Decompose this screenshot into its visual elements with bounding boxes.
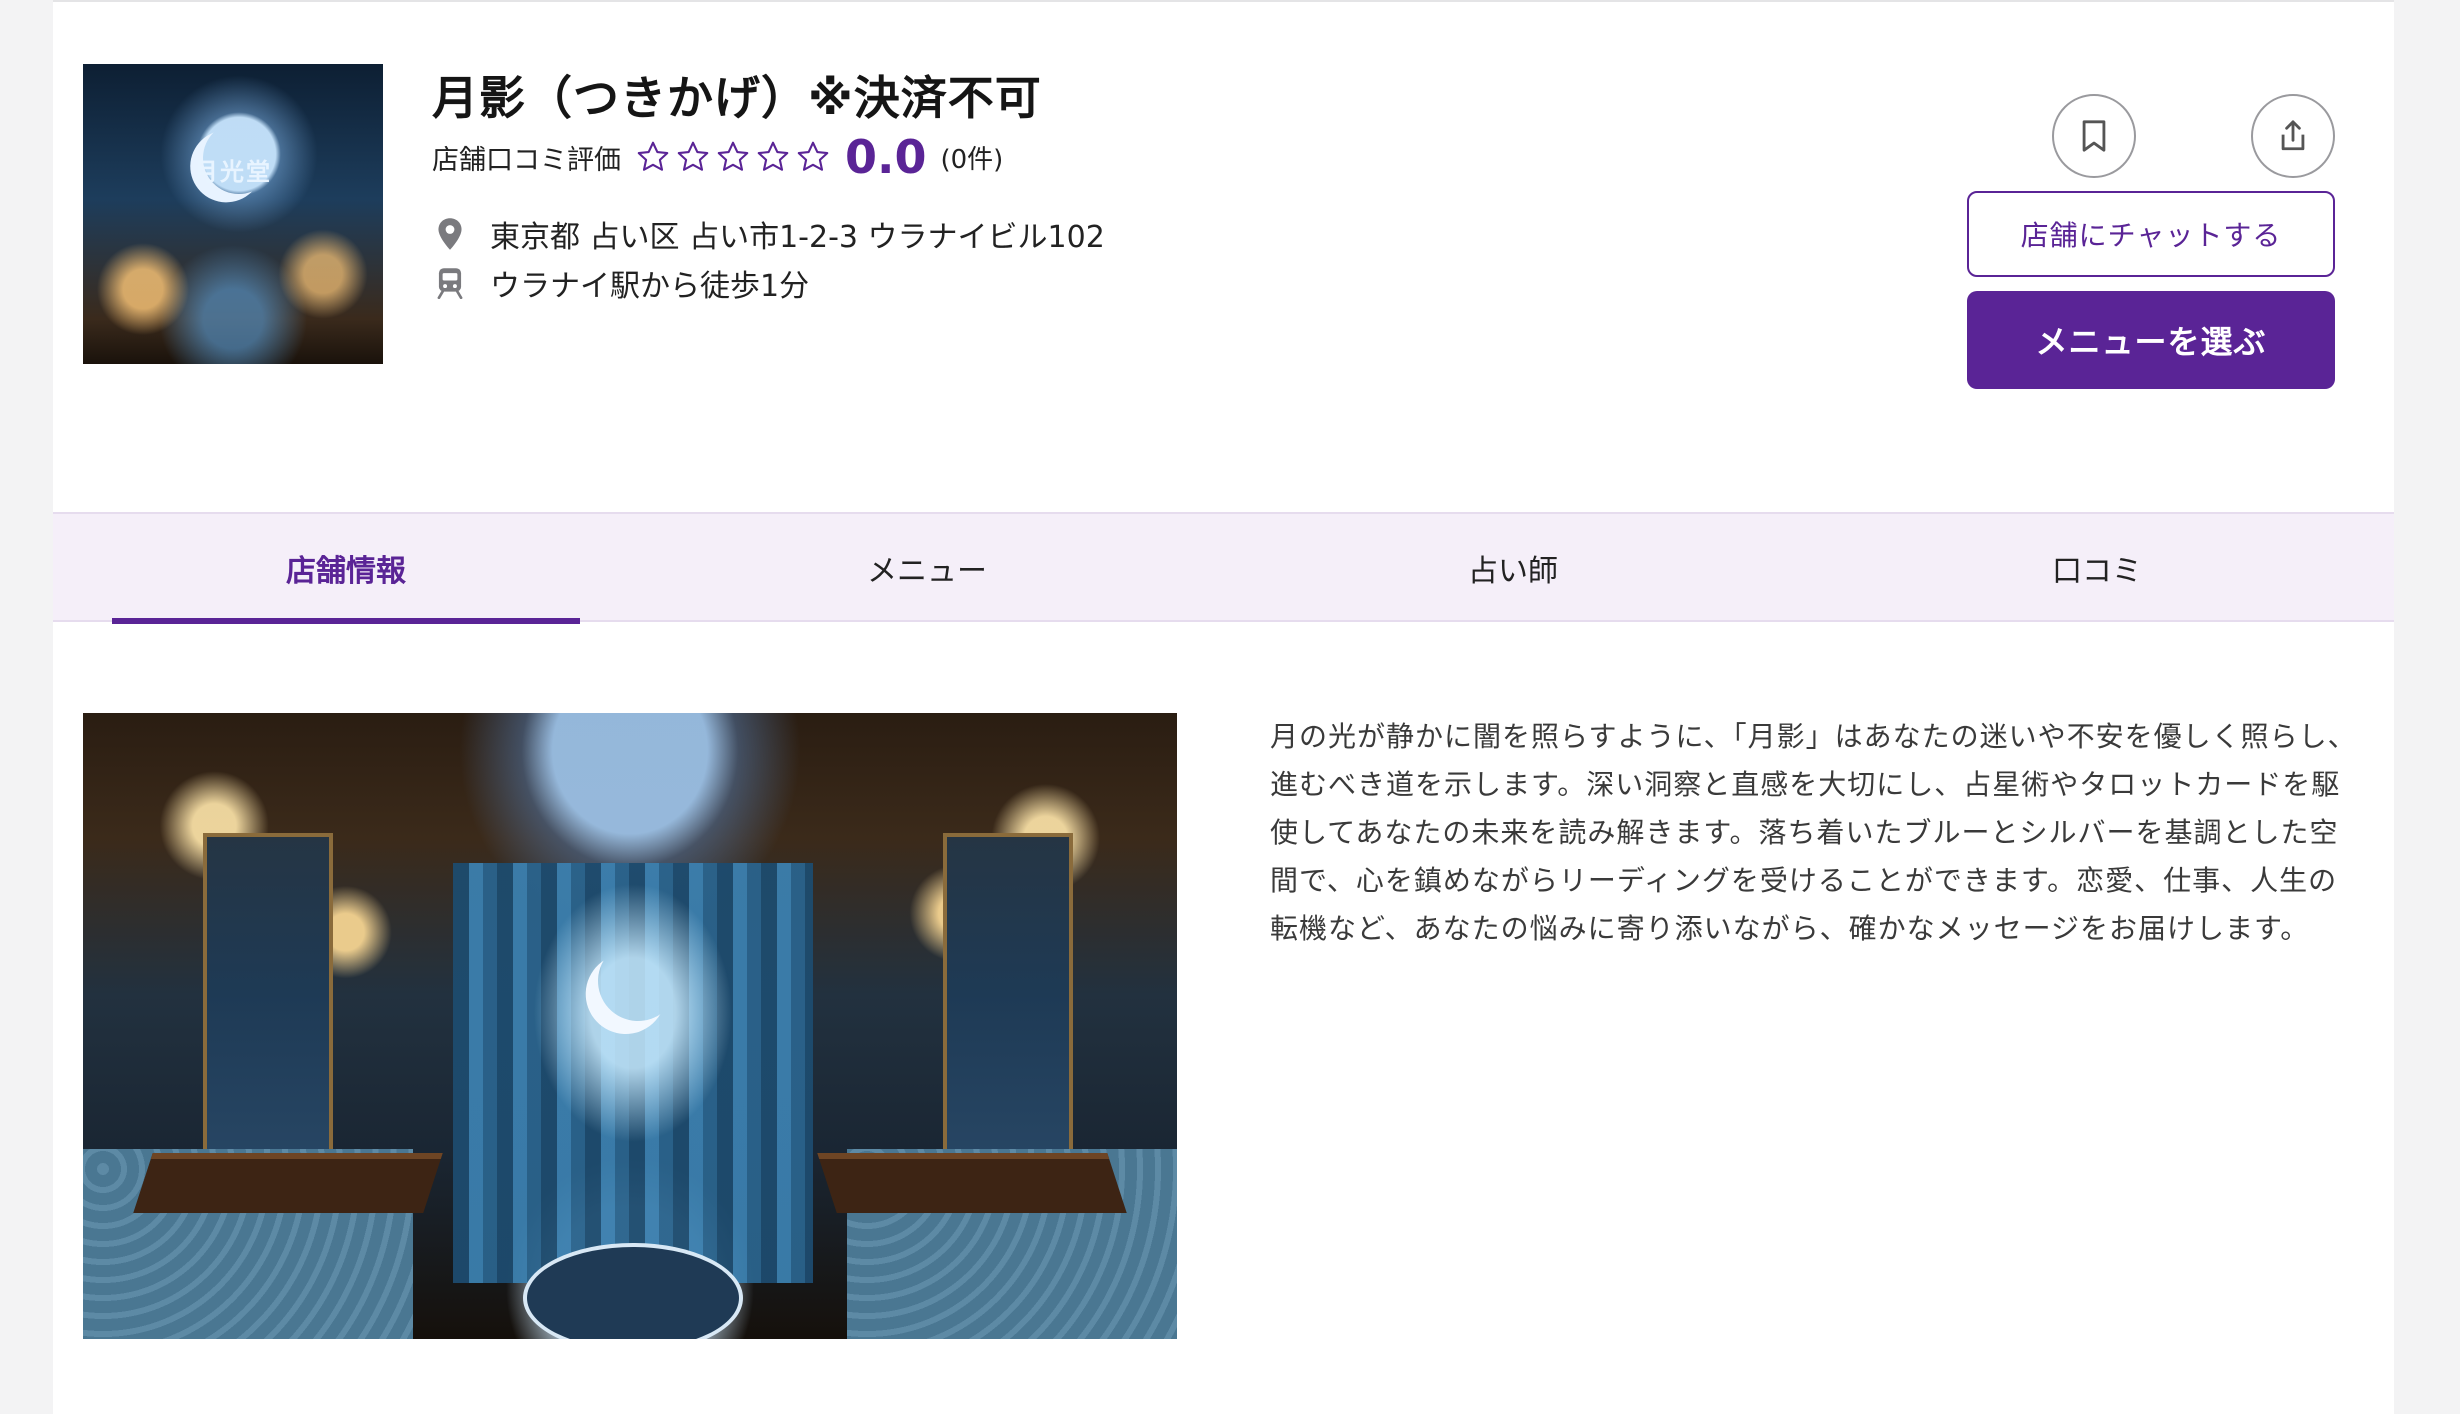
bookmark-icon xyxy=(2082,120,2106,152)
bookmark-button[interactable] xyxy=(2052,94,2136,178)
share-icon xyxy=(2281,120,2305,151)
shop-thumbnail: 月光堂 xyxy=(83,64,383,364)
tab-label: 占い師 xyxy=(1468,554,1558,589)
table-right xyxy=(817,1153,1127,1213)
rating-count: (0件) xyxy=(940,144,1004,175)
access-row: ウラナイ駅から徒歩1分 xyxy=(432,263,810,304)
star-outline-icon xyxy=(677,141,709,171)
tab-label: 店舗情報 xyxy=(286,554,406,589)
shop-interior-image xyxy=(83,713,1177,1339)
star-outline-icon xyxy=(637,141,669,171)
share-button[interactable] xyxy=(2251,94,2335,178)
star-outline-icon xyxy=(797,141,829,171)
access-text: ウラナイ駅から徒歩1分 xyxy=(490,269,810,304)
thumbnail-sign: 月光堂 xyxy=(194,158,272,186)
address-row: 東京都 占い区 占い市1-2-3 ウラナイビル102 xyxy=(432,214,1105,255)
tab-bar: 店舗情報 メニュー 占い師 口コミ xyxy=(53,512,2394,624)
tab-menu[interactable]: メニュー xyxy=(693,514,1161,622)
rating-label: 店舗口コミ評価 xyxy=(432,144,621,176)
rating-stars xyxy=(635,139,831,175)
active-tab-indicator xyxy=(112,618,580,624)
star-outline-icon xyxy=(757,141,789,171)
tab-label: 口コミ xyxy=(2052,554,2142,589)
tab-label: メニュー xyxy=(867,554,987,589)
tab-shop-info[interactable]: 店舗情報 xyxy=(112,514,580,624)
star-outline-icon xyxy=(717,141,749,171)
select-menu-button[interactable]: メニューを選ぶ xyxy=(1967,291,2335,389)
tab-fortune-tellers[interactable]: 占い師 xyxy=(1279,514,1747,622)
rating-value: 0.0 xyxy=(845,130,927,184)
shop-card: 月光堂 月影（つきかげ）※決済不可 店舗口コミ評価 0.0 (0件) 東京都 占… xyxy=(53,0,2394,1414)
shop-description: 月の光が静かに闇を照らすように、「月影」はあなたの迷いや不安を優しく照らし、進む… xyxy=(1270,720,2357,945)
shop-title: 月影（つきかげ）※決済不可 xyxy=(432,71,1042,125)
rating-row: 店舗口コミ評価 0.0 (0件) xyxy=(432,130,1004,184)
chat-with-shop-button[interactable]: 店舗にチャットする xyxy=(1967,191,2335,277)
tab-reviews[interactable]: 口コミ xyxy=(1863,514,2331,622)
table-left xyxy=(133,1153,443,1213)
train-icon xyxy=(432,265,468,301)
address-text: 東京都 占い区 占い市1-2-3 ウラナイビル102 xyxy=(490,220,1105,255)
location-pin-icon xyxy=(432,216,468,252)
